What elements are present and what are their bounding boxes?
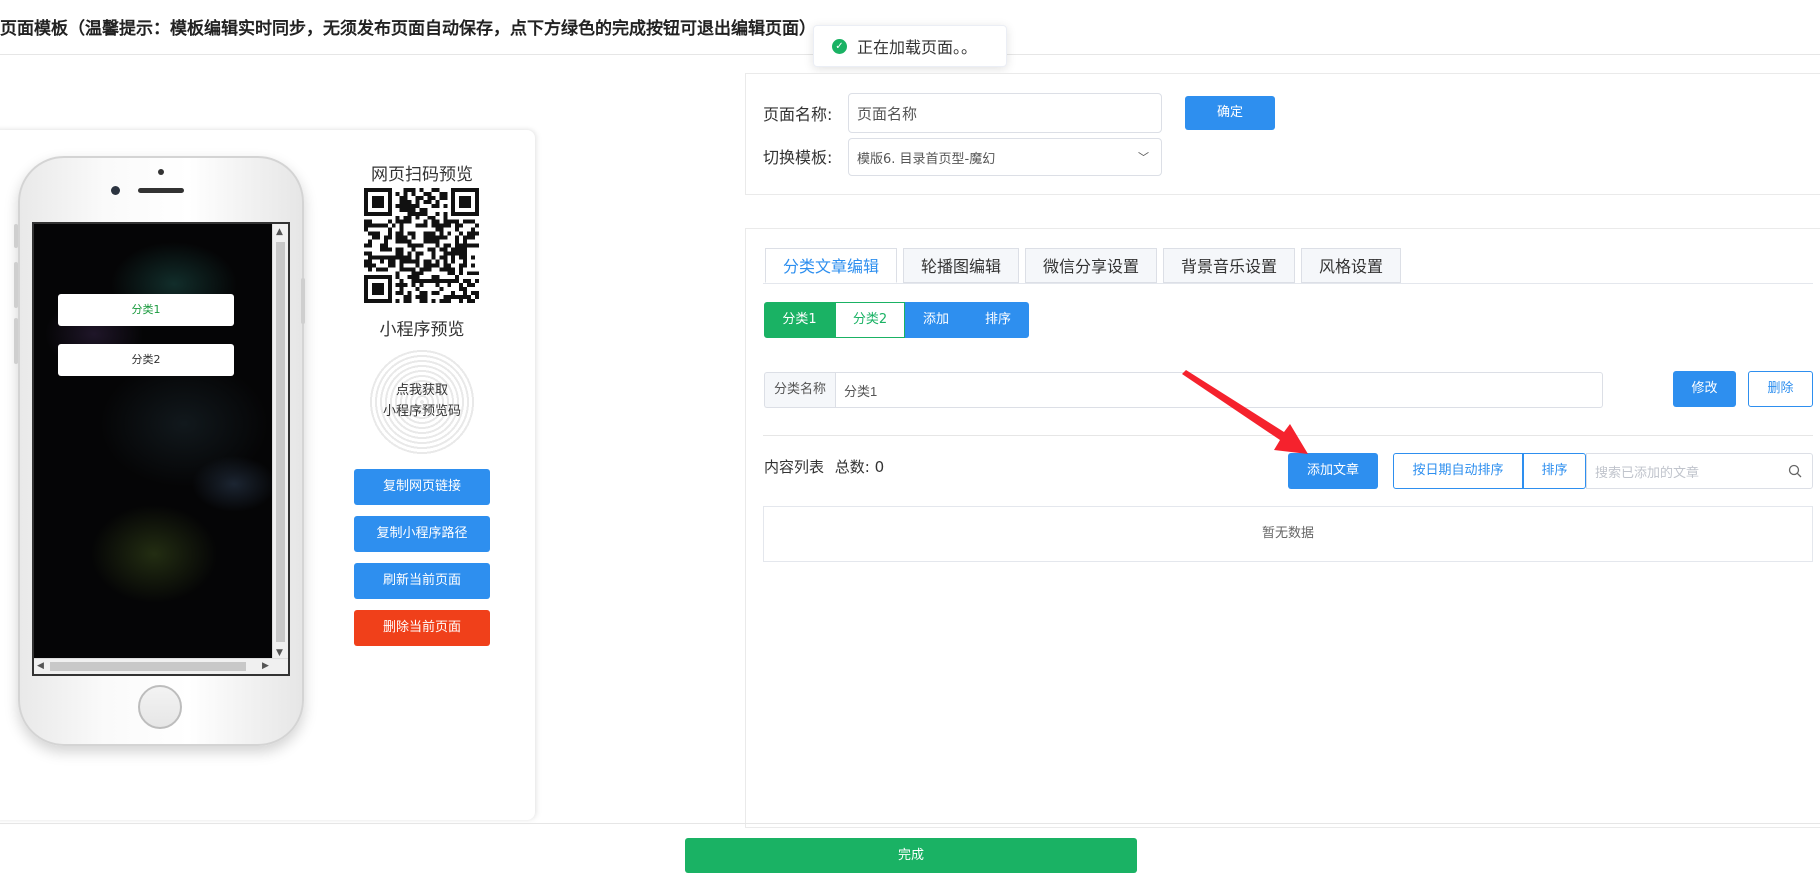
empty-state: 暂无数据	[763, 506, 1813, 562]
phone-camera	[111, 186, 120, 195]
phone-category-item[interactable]: 分类1	[58, 294, 234, 326]
confirm-button[interactable]: 确定	[1185, 96, 1275, 130]
category-name-label: 分类名称	[764, 372, 835, 408]
scroll-right-icon[interactable]: ▶	[262, 660, 269, 672]
template-select-value: 模版6. 目录首页型-魔幻	[857, 151, 996, 167]
chevron-down-icon: ﹀	[1138, 151, 1149, 164]
template-select[interactable]: 模版6. 目录首页型-魔幻 ﹀	[848, 138, 1162, 176]
total-label: 总数:	[834, 458, 870, 476]
qr-code-icon	[364, 188, 479, 303]
category-chip-active[interactable]: 分类1	[764, 302, 835, 338]
phone-side-button	[14, 262, 18, 308]
web-qr-title: 网页扫码预览	[371, 165, 473, 185]
sort-categories-button[interactable]: 排序	[967, 302, 1029, 338]
article-search-input[interactable]: 搜索已添加的文章	[1586, 453, 1813, 489]
tab-category-articles[interactable]: 分类文章编辑	[765, 248, 897, 283]
tabs-divider	[763, 283, 1813, 284]
footer-divider	[0, 823, 1820, 824]
copy-mini-path-button[interactable]: 复制小程序路径	[354, 516, 490, 552]
toast-message: 正在加载页面。。	[857, 38, 978, 57]
content-list-header: 内容列表 总数: 0	[764, 456, 884, 477]
done-button[interactable]: 完成	[685, 838, 1137, 873]
phone-screen-preview[interactable]: 分类1 分类2 ▲ ▼ ◀ ▶	[32, 222, 290, 676]
page-name-input[interactable]	[848, 93, 1162, 133]
add-category-button[interactable]: 添加	[905, 302, 967, 338]
edit-category-button[interactable]: 修改	[1673, 371, 1736, 407]
vertical-scrollbar[interactable]: ▲ ▼	[272, 224, 288, 662]
success-check-icon: ✓	[832, 38, 847, 54]
delete-page-button[interactable]: 删除当前页面	[354, 610, 490, 646]
get-mini-code-link[interactable]: 点我获取 小程序预览码	[368, 380, 476, 422]
tab-wechat-share[interactable]: 微信分享设置	[1025, 248, 1157, 283]
content-list-label: 内容列表	[764, 458, 825, 476]
search-icon[interactable]	[1788, 464, 1802, 478]
category-chip[interactable]: 分类2	[835, 302, 905, 338]
page-settings-card	[745, 73, 1820, 195]
phone-side-button	[301, 278, 305, 324]
sort-articles-button[interactable]: 排序	[1523, 453, 1586, 489]
total-count: 0	[874, 458, 885, 476]
loading-toast: ✓ 正在加载页面。。	[813, 25, 1007, 67]
tab-carousel[interactable]: 轮播图编辑	[903, 248, 1019, 283]
scroll-up-icon[interactable]: ▲	[276, 226, 283, 238]
delete-category-button[interactable]: 删除	[1748, 371, 1813, 407]
tab-style-settings[interactable]: 风格设置	[1301, 248, 1401, 283]
horizontal-scrollbar[interactable]: ◀ ▶	[34, 658, 288, 674]
template-label: 切换模板:	[763, 148, 833, 167]
tab-background-music[interactable]: 背景音乐设置	[1163, 248, 1295, 283]
annotation-arrow-icon	[1182, 370, 1308, 454]
mini-code-text-line: 点我获取	[395, 383, 448, 398]
phone-speaker	[138, 188, 184, 193]
scrollbar-thumb[interactable]	[50, 662, 246, 671]
page-name-label: 页面名称:	[763, 105, 833, 124]
copy-web-link-button[interactable]: 复制网页链接	[354, 469, 490, 505]
phone-sensor	[158, 169, 164, 175]
search-placeholder: 搜索已添加的文章	[1595, 465, 1700, 481]
scroll-left-icon[interactable]: ◀	[37, 660, 44, 672]
auto-sort-by-date-button[interactable]: 按日期自动排序	[1393, 453, 1523, 489]
mini-program-title: 小程序预览	[379, 320, 465, 340]
phone-home-button	[138, 685, 182, 729]
phone-side-button	[14, 224, 18, 248]
scrollbar-thumb[interactable]	[276, 242, 285, 642]
mini-code-text-line: 小程序预览码	[382, 404, 461, 419]
refresh-page-button[interactable]: 刷新当前页面	[354, 563, 490, 599]
magic-background	[34, 224, 274, 662]
phone-category-item[interactable]: 分类2	[58, 344, 234, 376]
page-header-title: 页面模板（温馨提示：模板编辑实时同步，无须发布页面自动保存，点下方绿色的完成按钮…	[0, 19, 816, 39]
phone-side-button	[14, 318, 18, 364]
